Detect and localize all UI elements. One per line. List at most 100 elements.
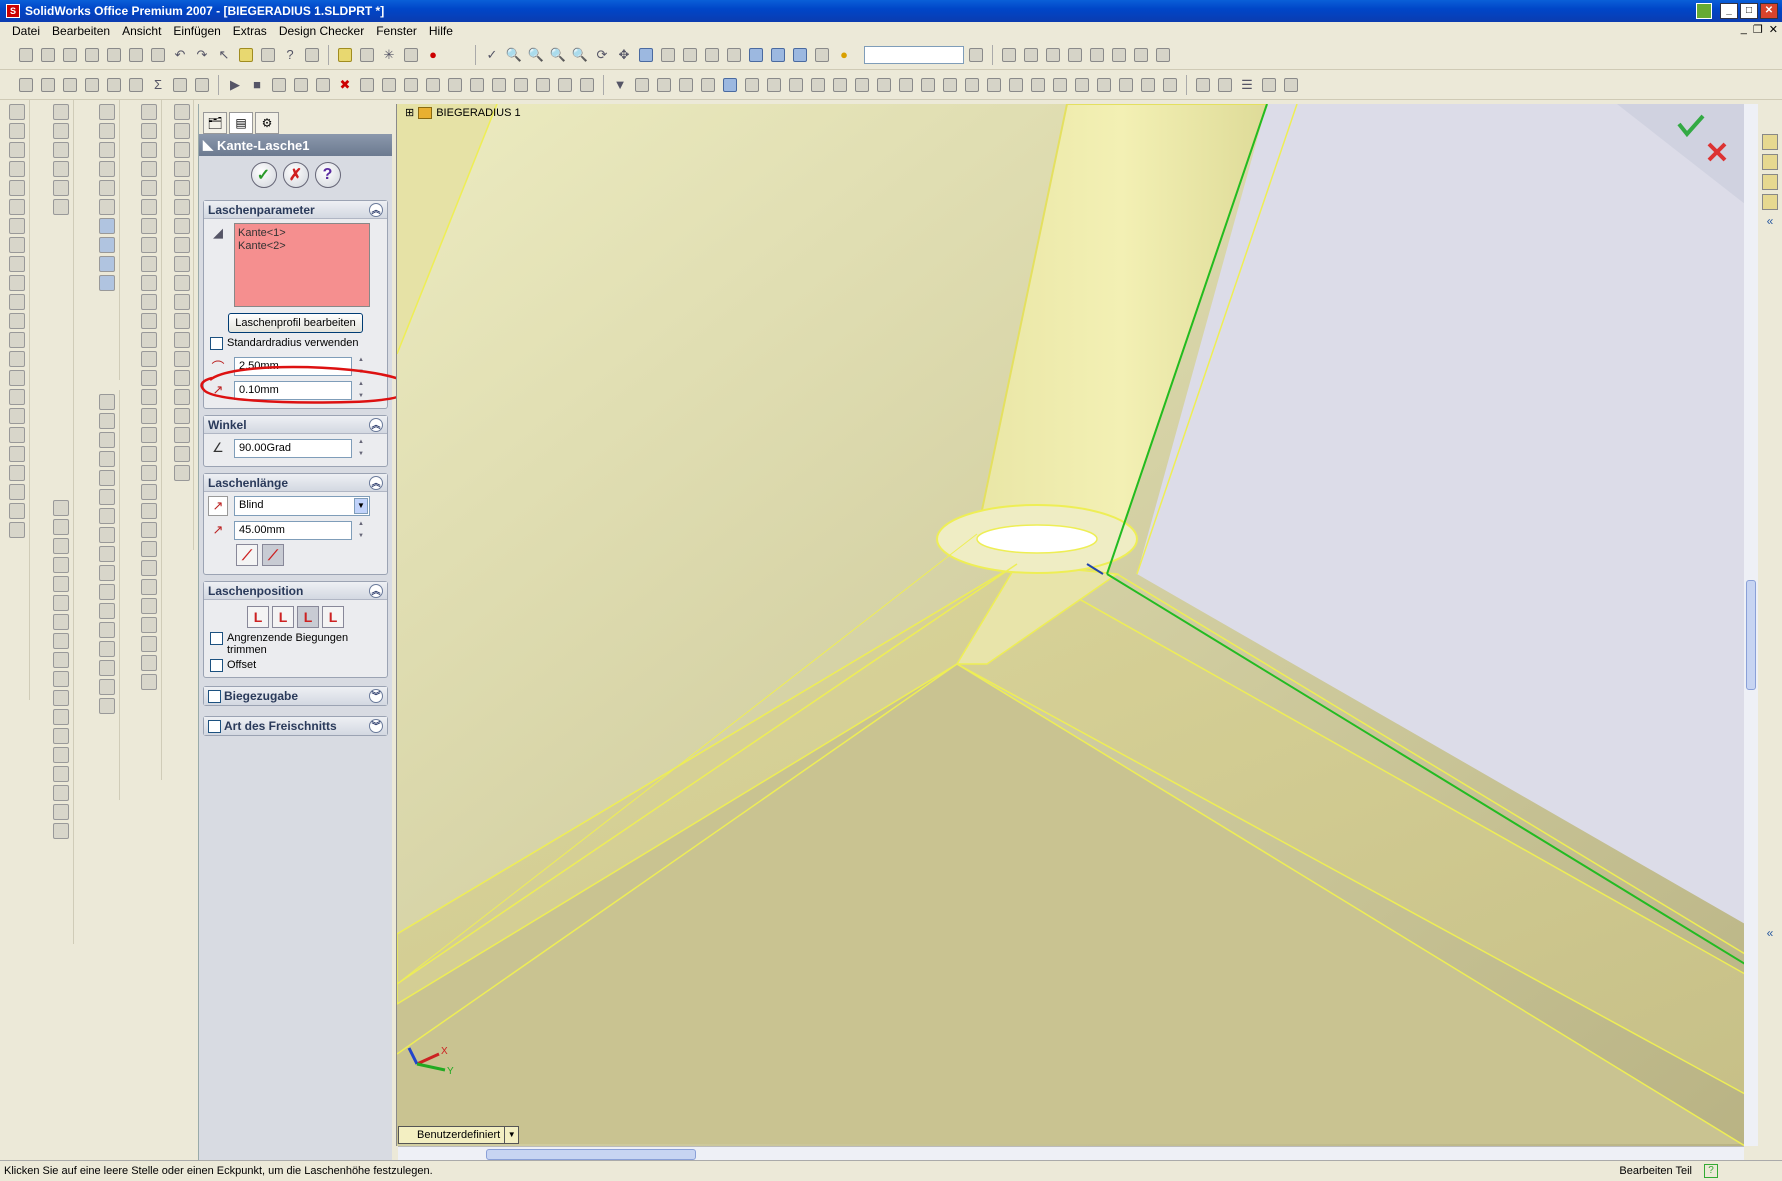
- doc-minimize-button[interactable]: _: [1741, 23, 1747, 36]
- mold-o-icon[interactable]: [52, 766, 69, 782]
- vertical-scroll-thumb[interactable]: [1746, 580, 1756, 690]
- tl-q-icon[interactable]: [173, 408, 190, 424]
- sketch-tool-1-icon[interactable]: [16, 75, 36, 95]
- mold-e-icon[interactable]: [52, 576, 69, 592]
- filter-n-icon[interactable]: [918, 75, 938, 95]
- surface-loft-icon[interactable]: [52, 161, 69, 177]
- feature-tree-flyout[interactable]: ⊞ BIEGERADIUS 1: [405, 106, 521, 119]
- angle-field[interactable]: 90.00Grad: [234, 438, 352, 458]
- weld-i-icon[interactable]: [98, 546, 115, 562]
- feature-c-icon[interactable]: [1043, 45, 1063, 65]
- sketch-tool-3-icon[interactable]: [60, 75, 80, 95]
- sk-j-icon[interactable]: [140, 275, 157, 291]
- section-view-icon[interactable]: [790, 45, 810, 65]
- filter-q-icon[interactable]: [984, 75, 1004, 95]
- filter-e-icon[interactable]: [720, 75, 740, 95]
- weld-c-icon[interactable]: [98, 432, 115, 448]
- pan-icon[interactable]: ✥: [614, 45, 634, 65]
- toolbar-extra-icon[interactable]: [966, 45, 986, 65]
- sk-ab-icon[interactable]: [140, 617, 157, 633]
- menu-ansicht[interactable]: Ansicht: [116, 24, 167, 38]
- filter-m-icon[interactable]: [896, 75, 916, 95]
- macro-d-icon[interactable]: [379, 75, 399, 95]
- relief-type-checkbox[interactable]: [208, 719, 221, 733]
- help-button[interactable]: ?: [314, 162, 341, 188]
- misc-a-icon[interactable]: [1193, 75, 1213, 95]
- options-icon[interactable]: [258, 45, 278, 65]
- feature-b-icon[interactable]: [1021, 45, 1041, 65]
- sketch-tool-4-icon[interactable]: [82, 75, 102, 95]
- tl-k-icon[interactable]: [173, 294, 190, 310]
- zoom-fit-icon[interactable]: 🔍: [504, 45, 524, 65]
- sketch-tool-6-icon[interactable]: [126, 75, 146, 95]
- sk-i-icon[interactable]: [140, 256, 157, 272]
- sk-a-icon[interactable]: [140, 104, 157, 120]
- hem-icon[interactable]: [98, 161, 115, 177]
- curves-icon[interactable]: [8, 427, 25, 443]
- mold-a-icon[interactable]: [52, 500, 69, 516]
- sweep-icon[interactable]: [8, 142, 25, 158]
- tl-h-icon[interactable]: [173, 237, 190, 253]
- macro-g-icon[interactable]: [445, 75, 465, 95]
- point-ref-icon[interactable]: [8, 503, 25, 519]
- hole-icon[interactable]: [8, 313, 25, 329]
- filter-i-icon[interactable]: [808, 75, 828, 95]
- tl-f-icon[interactable]: [173, 199, 190, 215]
- mold-q-icon[interactable]: [52, 804, 69, 820]
- macro-j-icon[interactable]: [511, 75, 531, 95]
- doc-close-button[interactable]: ✕: [1769, 23, 1778, 36]
- stop-icon[interactable]: ■: [247, 75, 267, 95]
- sk-q-icon[interactable]: [140, 408, 157, 424]
- trim-adjacent-bends-checkbox[interactable]: [210, 632, 223, 645]
- filter-s-icon[interactable]: [1028, 75, 1048, 95]
- shaded-icon[interactable]: [746, 45, 766, 65]
- edit-flange-profile-button[interactable]: Laschenprofil bearbeiten: [228, 313, 363, 333]
- tl-j-icon[interactable]: [173, 275, 190, 291]
- home-icon[interactable]: [1762, 134, 1778, 150]
- expand-chevron-icon[interactable]: ︾: [369, 719, 383, 733]
- mold-f-icon[interactable]: [52, 595, 69, 611]
- chevron-down-icon[interactable]: ▼: [354, 498, 368, 514]
- configuration-combo[interactable]: [864, 45, 964, 64]
- sk-l-icon[interactable]: [140, 313, 157, 329]
- sk-e-icon[interactable]: [140, 180, 157, 196]
- shaded-edges-icon[interactable]: [724, 45, 744, 65]
- smart-dimension-icon[interactable]: [357, 45, 377, 65]
- mold-b-icon[interactable]: [52, 519, 69, 535]
- sk-y-icon[interactable]: [140, 560, 157, 576]
- weld-j-icon[interactable]: [98, 565, 115, 581]
- plane-icon[interactable]: [8, 446, 25, 462]
- wrap-icon[interactable]: [8, 389, 25, 405]
- shell-icon[interactable]: [8, 275, 25, 291]
- filter-t-icon[interactable]: [1050, 75, 1070, 95]
- macro-close-icon[interactable]: ✖: [335, 75, 355, 95]
- tl-e-icon[interactable]: [173, 180, 190, 196]
- weld-p-icon[interactable]: [98, 679, 115, 695]
- tl-a-icon[interactable]: [173, 104, 190, 120]
- feature-d-icon[interactable]: [1065, 45, 1085, 65]
- tl-r-icon[interactable]: [173, 427, 190, 443]
- instant3d-icon[interactable]: [8, 522, 25, 538]
- wireframe-icon[interactable]: [658, 45, 678, 65]
- macro-m-icon[interactable]: [577, 75, 597, 95]
- mold-g-icon[interactable]: [52, 614, 69, 630]
- menu-design-checker[interactable]: Design Checker: [273, 24, 370, 38]
- expand-panel-icon[interactable]: «: [1767, 926, 1774, 940]
- misc-d-icon[interactable]: [1259, 75, 1279, 95]
- collapse-chevron-icon[interactable]: ︽: [369, 417, 383, 432]
- help-icon[interactable]: ?: [280, 45, 300, 65]
- perspective-icon[interactable]: [812, 45, 832, 65]
- expand-icon[interactable]: ⊞: [405, 106, 414, 119]
- draft-icon[interactable]: [8, 294, 25, 310]
- hidden-removed-icon[interactable]: [702, 45, 722, 65]
- close-button[interactable]: ✕: [1760, 3, 1778, 19]
- tl-l-icon[interactable]: [173, 313, 190, 329]
- mold-h-icon[interactable]: [52, 633, 69, 649]
- weld-g-icon[interactable]: [98, 508, 115, 524]
- feature-h-icon[interactable]: [1153, 45, 1173, 65]
- point-icon[interactable]: ✳: [379, 45, 399, 65]
- filter-c-icon[interactable]: [676, 75, 696, 95]
- expand-chevron-icon[interactable]: ︾: [369, 689, 383, 703]
- feature-e-icon[interactable]: [1087, 45, 1107, 65]
- sketch-tool-8-icon[interactable]: [192, 75, 212, 95]
